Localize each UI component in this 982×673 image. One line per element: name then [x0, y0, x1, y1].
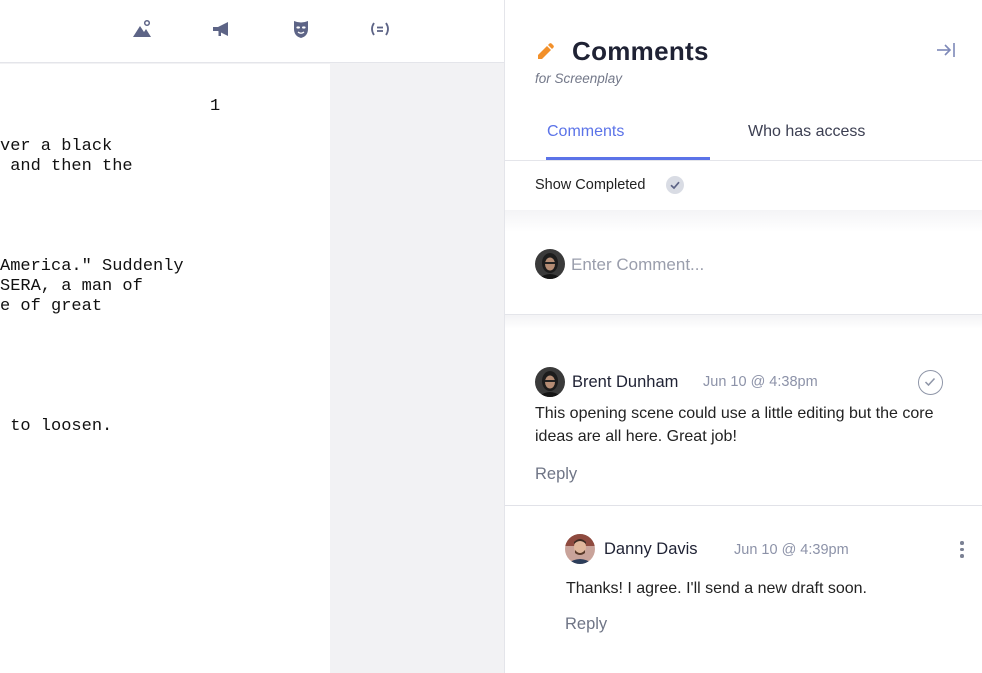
comment-author: Brent Dunham [572, 373, 679, 391]
avatar-brent-dunham [535, 367, 565, 397]
comment-timestamp: Jun 10 @ 4:39pm [734, 542, 849, 558]
resolve-comment-button[interactable] [918, 370, 943, 395]
tab-comments[interactable]: Comments [547, 123, 624, 141]
comment-body: Thanks! I agree. I'll send a new draft s… [566, 580, 867, 597]
tab-who-has-access[interactable]: Who has access [748, 123, 865, 141]
script-line: ver a black [0, 137, 113, 156]
comment-author: Danny Davis [604, 540, 698, 558]
panel-subtitle: for Screenplay [535, 71, 623, 86]
pencil-icon [535, 42, 555, 62]
section-shadow [505, 210, 982, 232]
avatar-danny-davis [565, 534, 595, 564]
script-line: to loosen. [0, 417, 113, 436]
check-icon [670, 181, 680, 190]
comments-panel: Comments for Screenplay Comments Who has… [504, 0, 982, 673]
comment-input[interactable] [571, 252, 951, 278]
check-icon [924, 377, 936, 387]
page-number: 1 [210, 97, 221, 116]
script-page[interactable]: 1 ver a black and then the America." Sud… [0, 64, 330, 673]
comment-body: This opening scene could use a little ed… [535, 405, 934, 445]
show-completed-toggle[interactable] [666, 176, 684, 194]
reply-button[interactable]: Reply [535, 465, 577, 484]
divider [505, 160, 982, 161]
script-line: America." Suddenly [0, 257, 184, 276]
divider [505, 505, 982, 506]
show-completed-label: Show Completed [535, 177, 646, 193]
section-shadow [505, 315, 982, 329]
script-line: SERA, a man of [0, 277, 143, 296]
reply-button[interactable]: Reply [565, 615, 607, 634]
collapse-panel-icon[interactable] [935, 40, 957, 60]
editor-toolbar [0, 0, 504, 63]
script-line: and then the [0, 157, 133, 176]
scene-image-icon[interactable] [131, 18, 153, 40]
more-options-icon[interactable] [959, 541, 965, 559]
megaphone-icon[interactable] [210, 18, 232, 40]
panel-title: Comments [572, 36, 709, 66]
mask-icon[interactable] [290, 18, 312, 40]
comment-timestamp: Jun 10 @ 4:38pm [703, 374, 818, 390]
script-editor: 1 ver a black and then the America." Sud… [0, 0, 504, 673]
avatar-current-user [535, 249, 565, 279]
formula-icon[interactable] [369, 18, 391, 40]
script-line: e of great [0, 297, 103, 316]
